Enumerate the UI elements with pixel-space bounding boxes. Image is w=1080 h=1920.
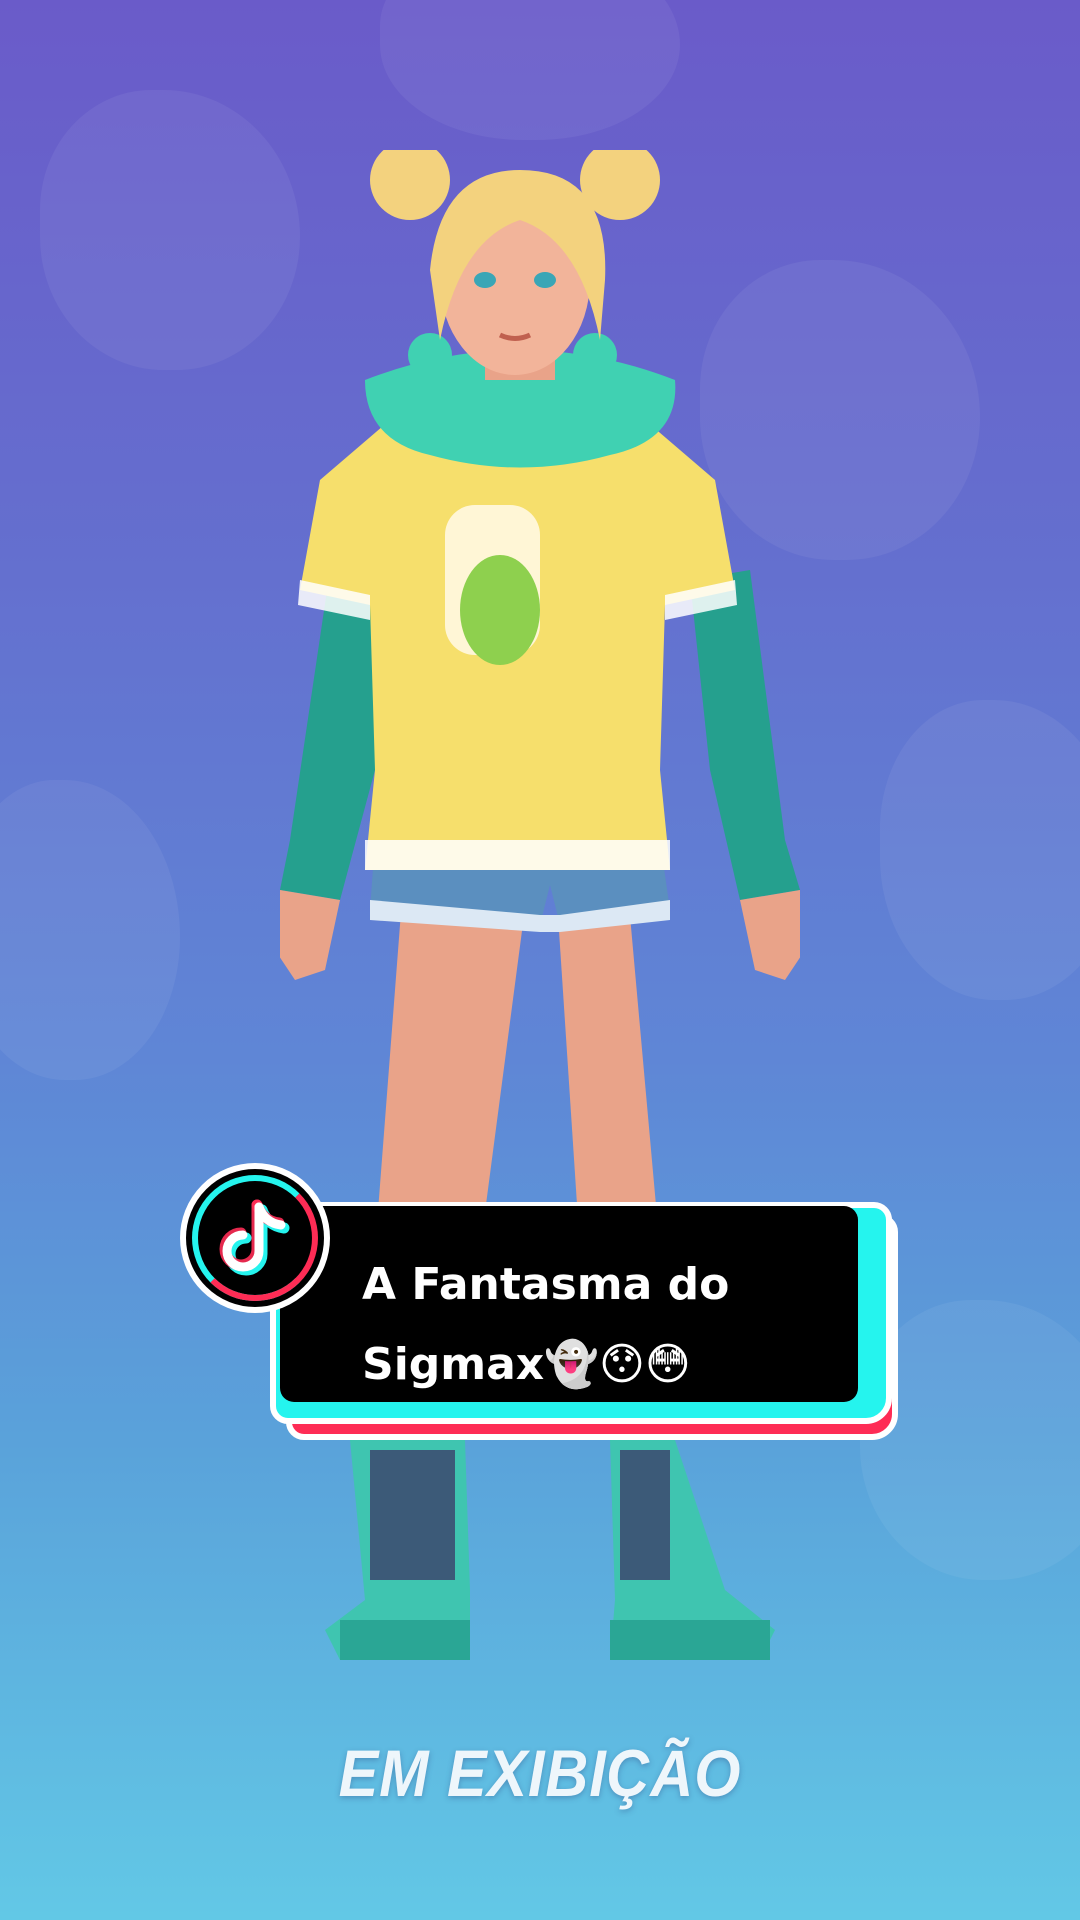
bg-pattern-shape	[880, 700, 1080, 1000]
bg-pattern-shape	[0, 780, 180, 1080]
status-label: EM EXIBIÇÃO	[338, 1736, 742, 1810]
bg-pattern-shape	[380, 0, 680, 140]
tiktok-logo-icon	[219, 1199, 290, 1276]
caption-line-1: A Fantasma do	[362, 1259, 730, 1310]
caption-line-2: Sigmax👻😯😳	[362, 1339, 691, 1390]
tiktok-badge	[180, 1163, 330, 1313]
bg-pattern-shape	[40, 90, 300, 370]
caption-text: A Fantasma do Sigmax👻😯😳	[362, 1245, 832, 1405]
character-avatar	[280, 150, 800, 1660]
